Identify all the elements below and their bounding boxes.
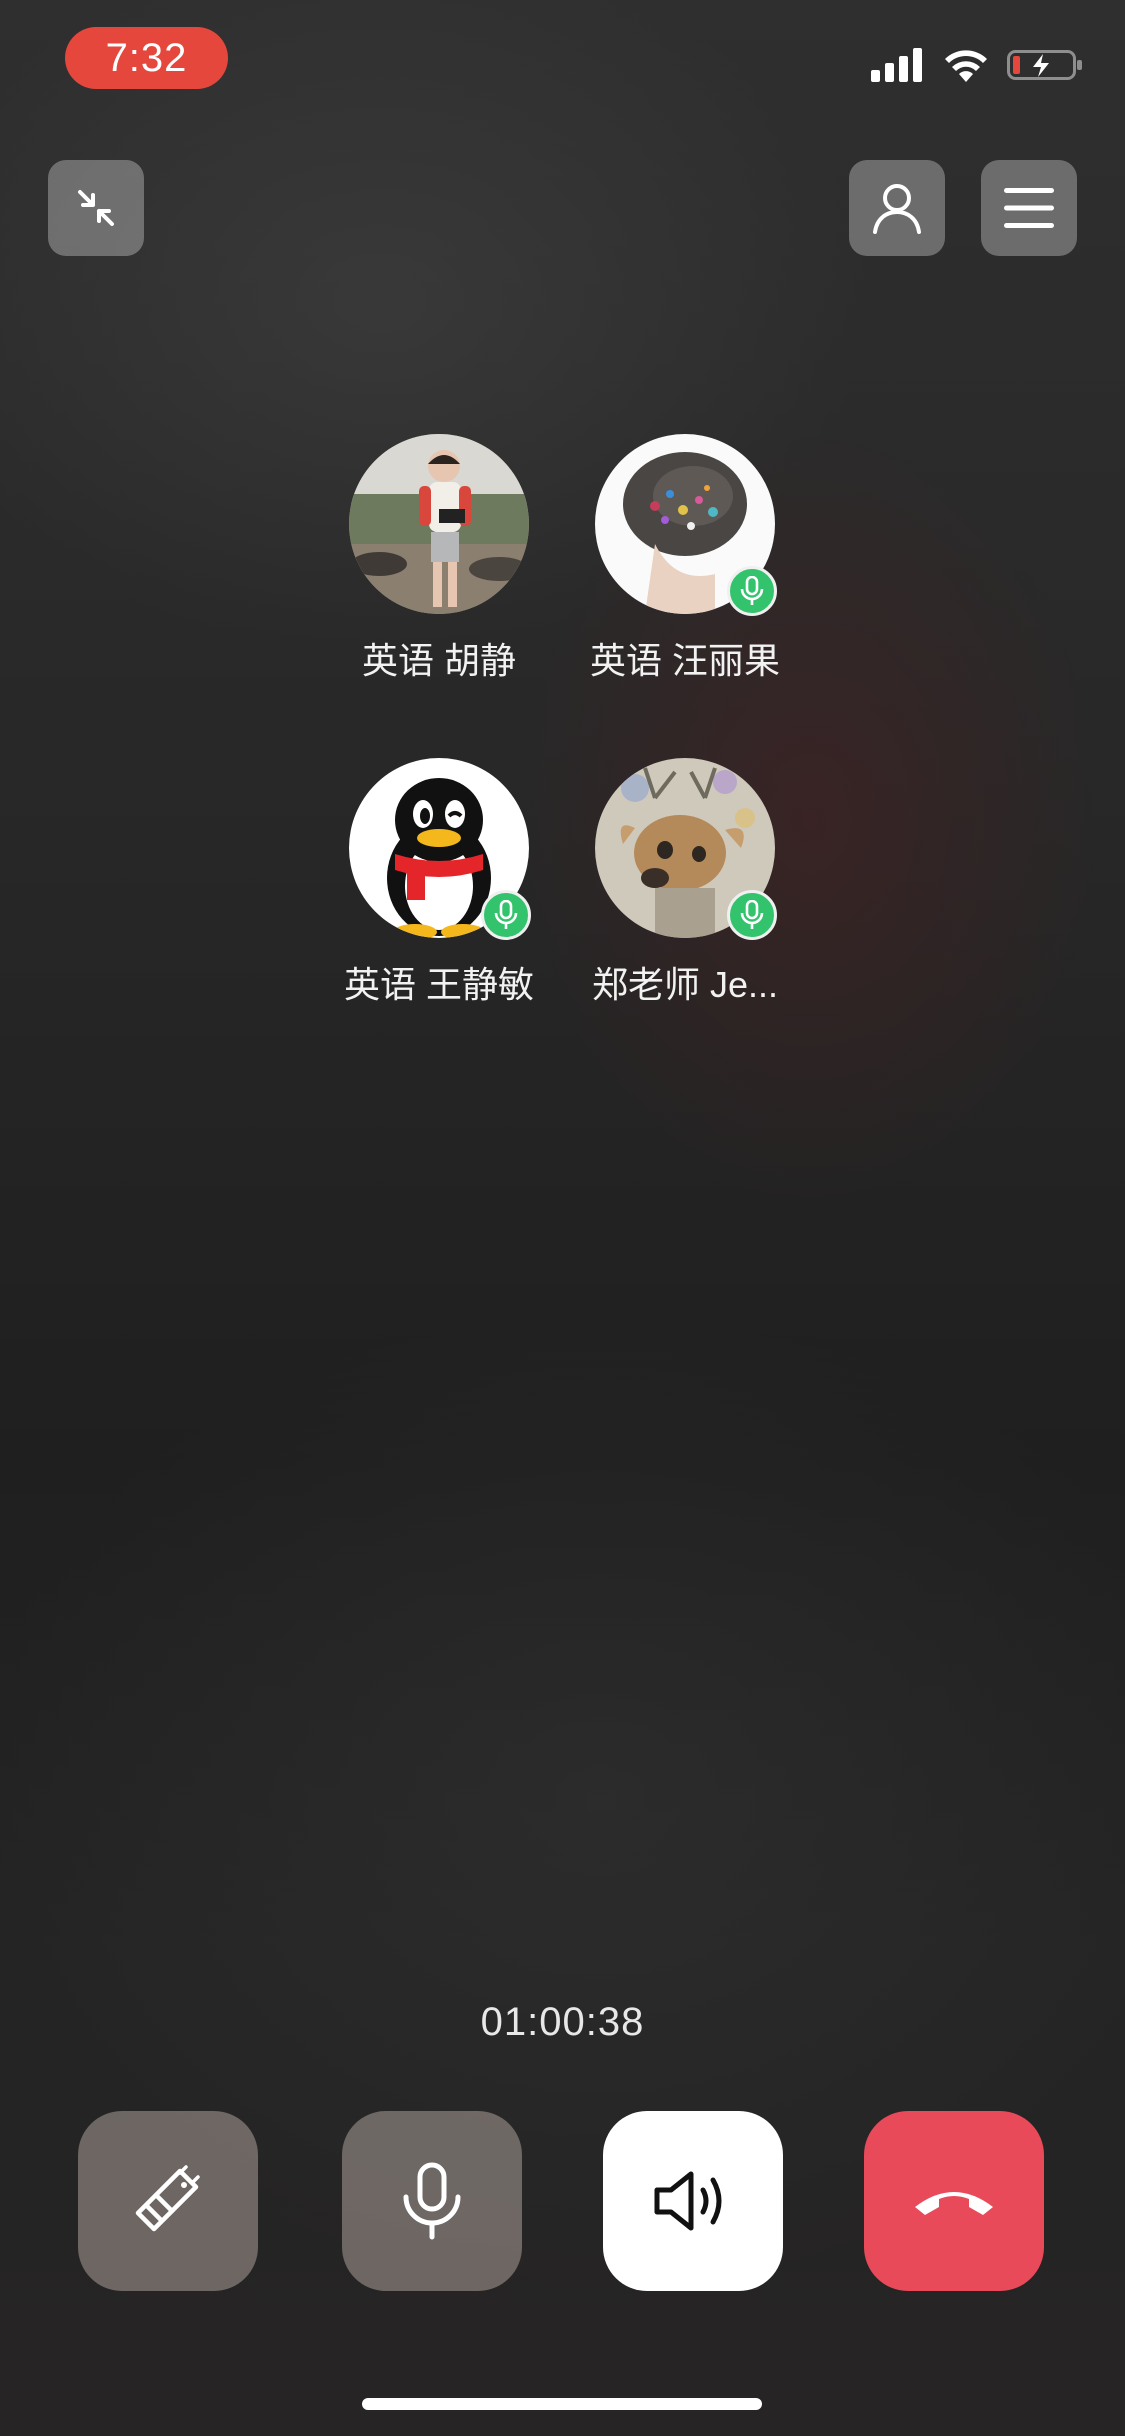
microphone-button[interactable] [342,2111,522,2291]
avatar [349,434,529,614]
cellular-signal-icon [871,48,922,82]
menu-icon [1004,188,1054,228]
mic-active-badge [727,566,777,616]
mic-active-badge [727,890,777,940]
call-duration: 01:00:38 [480,2000,645,2044]
microphone-icon [494,900,518,929]
participant-tile[interactable]: 英语 王静敏 [309,758,569,1008]
minimize-button[interactable] [48,160,144,256]
participant-name: 英语 胡静 [361,640,516,681]
participant-tile[interactable]: 英语 胡静 [309,434,569,684]
participant-name: 英语 王静敏 [343,964,534,1005]
hang-up-button[interactable] [864,2111,1044,2291]
wifi-icon [945,50,987,82]
mic-active-badge [481,890,531,940]
add-member-button[interactable] [849,160,945,256]
participant-tile[interactable]: 郑老师 Je... [555,758,815,1008]
status-time: 7:32 [65,27,228,89]
add-member-icon [873,184,921,234]
magic-wand-icon [135,2165,200,2232]
participant-name: 英语 汪丽果 [589,640,780,681]
minimize-icon [78,190,114,226]
participant-name: 郑老师 Je... [591,964,779,1005]
status-icons [871,48,1083,82]
hang-up-icon [915,2192,993,2215]
speaker-button[interactable] [603,2111,783,2291]
menu-button[interactable] [981,160,1077,256]
microphone-icon [740,576,764,605]
microphone-icon [403,2162,461,2240]
battery-low-charging-icon [1007,50,1082,80]
microphone-icon [740,900,764,929]
effects-button[interactable] [78,2111,258,2291]
home-indicator[interactable] [362,2398,762,2410]
participant-tile[interactable]: 英语 汪丽果 [555,434,815,684]
speaker-icon [654,2171,722,2231]
